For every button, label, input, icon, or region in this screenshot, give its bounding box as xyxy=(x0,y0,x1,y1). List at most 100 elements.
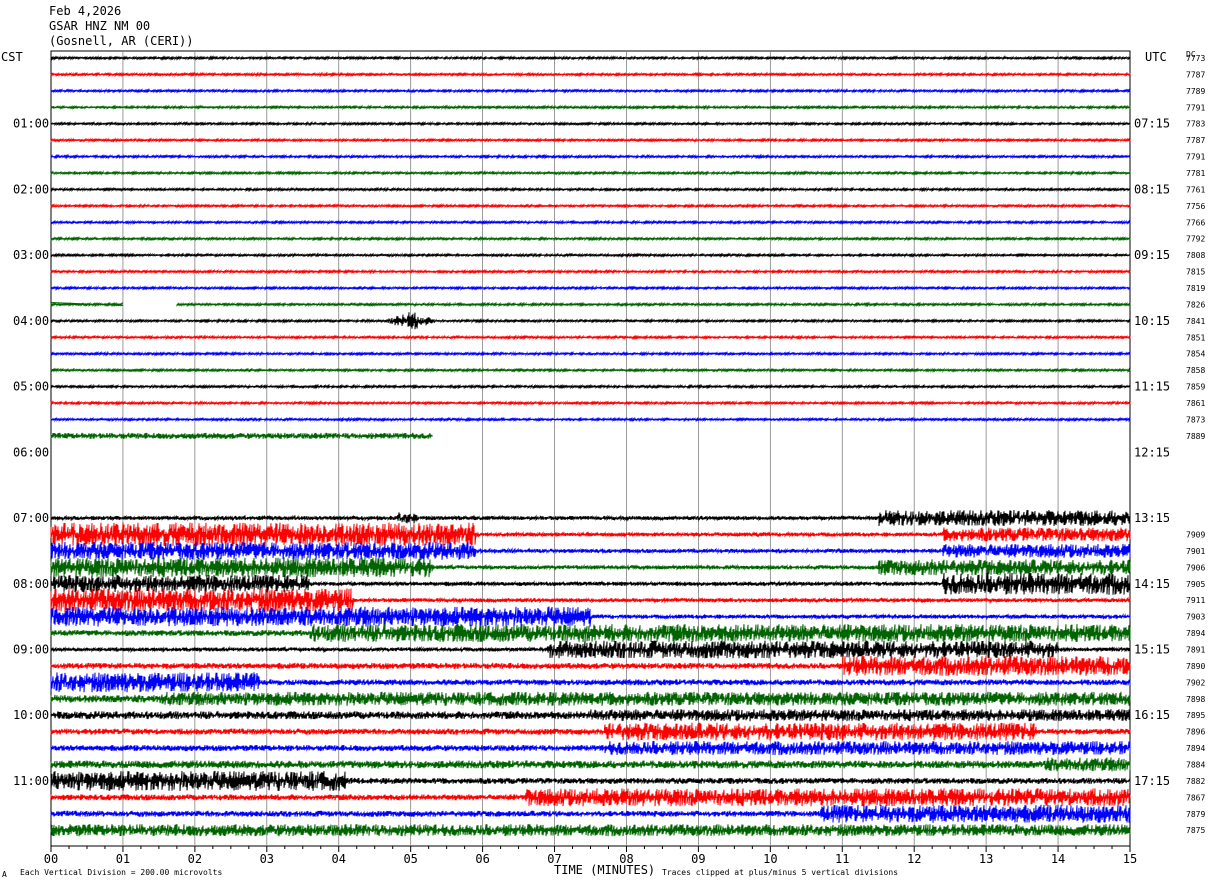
trace-line xyxy=(50,104,1131,111)
trace-line xyxy=(50,350,1131,357)
x-axis-title: TIME (MINUTES) xyxy=(554,863,656,877)
seismogram-plot: 7773 7787 7789 7791 7783 7787 7791 7781 7761 7756… xyxy=(13,50,1205,866)
x-tick-label: 03 xyxy=(260,852,274,866)
trace-line xyxy=(50,709,1131,722)
dc-offset-label: 7787 xyxy=(1186,70,1205,79)
dc-offset-label: 7792 xyxy=(1186,235,1205,244)
trace-line xyxy=(50,400,1131,406)
right-hour-label: 17:15 xyxy=(1134,774,1170,788)
dc-offset-label: 7766 xyxy=(1186,218,1205,227)
corner-mark: A xyxy=(2,870,7,879)
dc-offset-label: 7882 xyxy=(1186,777,1205,786)
trace-line xyxy=(50,432,433,440)
dc-offset-label: 7890 xyxy=(1186,662,1205,671)
trace-line xyxy=(50,367,1131,374)
x-tick-label: 01 xyxy=(116,852,130,866)
x-tick-label: 04 xyxy=(332,852,346,866)
trace-line xyxy=(50,606,1131,627)
trace-line xyxy=(50,722,1131,741)
dc-offset-label: 7819 xyxy=(1186,284,1205,293)
x-tick-label: 10 xyxy=(763,852,777,866)
right-hour-label: 16:15 xyxy=(1134,708,1170,722)
trace-line xyxy=(50,71,1131,78)
plot-frame xyxy=(50,50,1131,847)
right-hour-label: 07:15 xyxy=(1134,117,1170,131)
trace-line xyxy=(50,137,1131,144)
left-hour-label: 07:00 xyxy=(13,511,49,525)
left-hour-label: 03:00 xyxy=(13,248,49,262)
dc-offset-label: 7894 xyxy=(1186,629,1205,638)
left-hour-label: 02:00 xyxy=(13,182,49,196)
trace-line xyxy=(50,741,1131,756)
x-tick-label: 06 xyxy=(475,852,489,866)
x-tick-label: 15 xyxy=(1123,852,1137,866)
dc-offset-label: 7826 xyxy=(1186,300,1205,309)
x-tick-label: 14 xyxy=(1051,852,1065,866)
trace-line xyxy=(50,416,1131,423)
scale-note: Each Vertical Division = 200.00 microvol… xyxy=(20,868,223,877)
dc-offset-label: 7889 xyxy=(1186,432,1205,441)
trace-line xyxy=(50,170,1131,176)
left-hour-label: 01:00 xyxy=(13,117,49,131)
trace-line xyxy=(50,252,1131,259)
dc-offset-label: 7791 xyxy=(1186,103,1205,112)
dc-offset-label: 7861 xyxy=(1186,399,1205,408)
trace-line xyxy=(50,788,1131,807)
dc-offset-label: 7875 xyxy=(1186,826,1205,835)
trace-line xyxy=(50,624,1131,643)
dc-offset-label: 7905 xyxy=(1186,580,1205,589)
dc-offset-label: 7891 xyxy=(1186,645,1205,654)
x-tick-label: 09 xyxy=(691,852,705,866)
dc-offset-label: 7909 xyxy=(1186,530,1205,539)
trace-line xyxy=(50,541,1131,560)
dc-offset-label: 7898 xyxy=(1186,695,1205,704)
trace-line xyxy=(50,301,1131,308)
dc-offset-label: 7781 xyxy=(1186,169,1205,178)
trace-line xyxy=(50,522,1131,547)
trace-line xyxy=(50,640,1131,659)
left-hour-label: 06:00 xyxy=(13,445,49,459)
dc-offset-label: 7773 xyxy=(1186,54,1205,63)
trace-line xyxy=(50,691,1131,706)
trace-line xyxy=(50,510,1131,527)
trace-line xyxy=(50,219,1131,226)
dc-offset-label: 7815 xyxy=(1186,268,1205,277)
x-tick-label: 05 xyxy=(403,852,417,866)
dc-offset-label: 7873 xyxy=(1186,415,1205,424)
left-hour-label: 08:00 xyxy=(13,577,49,591)
dc-offset-label: 7903 xyxy=(1186,613,1205,622)
dc-offset-label: 7859 xyxy=(1186,383,1205,392)
x-tick-label: 00 xyxy=(44,852,58,866)
dc-offset-label: 7791 xyxy=(1186,153,1205,162)
right-hour-label: 10:15 xyxy=(1134,314,1170,328)
clip-note: Traces clipped at plus/minus 5 vertical … xyxy=(662,868,899,877)
trace-line xyxy=(50,572,1131,595)
dc-offset-label: 7901 xyxy=(1186,547,1205,556)
trace-line xyxy=(50,824,1131,837)
trace-line xyxy=(50,804,1131,823)
trace-line xyxy=(50,87,1131,94)
trace-line xyxy=(50,120,1131,127)
trace-line xyxy=(50,235,1131,242)
x-tick-label: 11 xyxy=(835,852,849,866)
left-hour-label: 11:00 xyxy=(13,774,49,788)
trace-line xyxy=(50,757,1131,772)
dc-offset-label: 7884 xyxy=(1186,760,1205,769)
dc-offset-label: 7761 xyxy=(1186,185,1205,194)
dc-offset-label: 7858 xyxy=(1186,366,1205,375)
trace-line xyxy=(50,55,1131,61)
trace-line xyxy=(50,312,1131,330)
dc-offset-label: 7783 xyxy=(1186,120,1205,129)
dc-offset-label: 7756 xyxy=(1186,202,1205,211)
dc-offset-label: 7789 xyxy=(1186,87,1205,96)
dc-offset-label: 7896 xyxy=(1186,728,1205,737)
dc-offset-label: 7906 xyxy=(1186,563,1205,572)
left-hour-label: 04:00 xyxy=(13,314,49,328)
x-tick-label: 12 xyxy=(907,852,921,866)
right-hour-label: 13:15 xyxy=(1134,511,1170,525)
trace-line xyxy=(50,268,1131,275)
seismic-traces xyxy=(50,55,1131,837)
dc-offset-label: 7841 xyxy=(1186,317,1205,326)
right-hour-label: 15:15 xyxy=(1134,642,1170,656)
trace-line xyxy=(50,285,1131,291)
